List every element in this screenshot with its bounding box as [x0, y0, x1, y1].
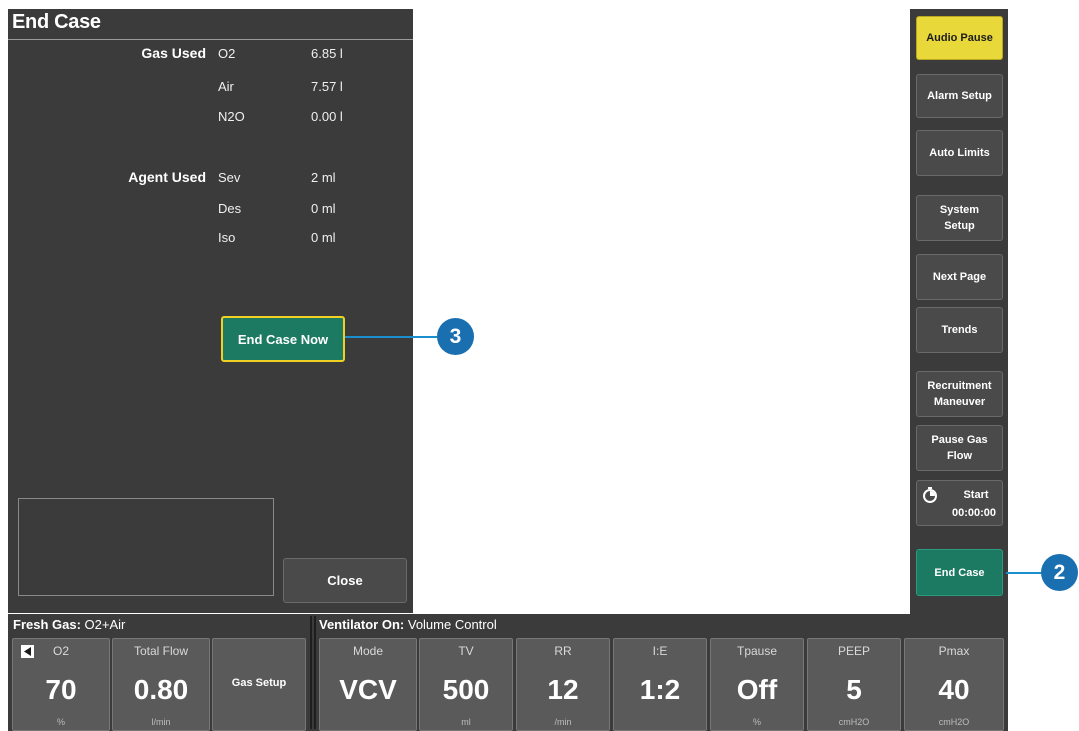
callout-3-line	[345, 336, 437, 338]
recruitment-maneuver-button[interactable]: Recruitment Maneuver	[916, 371, 1003, 417]
close-button[interactable]: Close	[283, 558, 407, 603]
gas-setup-button[interactable]: Gas Setup	[212, 638, 306, 731]
pause-gas-flow-button[interactable]: Pause Gas Flow	[916, 425, 1003, 471]
gas-value-n2o: 0.00 l	[311, 109, 343, 124]
gas-value-o2: 6.85 l	[311, 46, 343, 61]
total-flow-unit: l/min	[151, 717, 171, 727]
o2-name: O2	[52, 644, 69, 658]
tv-unit: ml	[461, 717, 471, 727]
gas-name-air: Air	[218, 79, 234, 94]
callout-3-badge: 3	[437, 318, 474, 355]
panel-title: End Case	[12, 11, 101, 33]
peep-unit: cmH2O	[838, 717, 870, 727]
o2-control[interactable]: O2 70 %	[12, 638, 110, 731]
next-page-button[interactable]: Next Page	[916, 254, 1003, 300]
title-divider	[8, 39, 413, 40]
o2-unit: %	[56, 717, 65, 727]
system-setup-button[interactable]: System Setup	[916, 195, 1003, 241]
rr-value: 12	[547, 674, 579, 705]
section-separator	[310, 616, 312, 729]
pmax-control[interactable]: Pmax 40 cmH2O	[904, 638, 1004, 731]
pmax-unit: cmH2O	[938, 717, 970, 727]
callout-2-badge: 2	[1041, 554, 1078, 591]
mode-name: Mode	[352, 644, 384, 658]
case-timer-button[interactable]: Start 00:00:00	[916, 480, 1003, 526]
fresh-gas-title: Fresh Gas: O2+Air	[13, 617, 125, 632]
o2-value: 70	[45, 674, 77, 705]
tpause-value: Off	[736, 674, 778, 705]
tv-name: TV	[458, 644, 474, 658]
ie-control[interactable]: I:E 1:2	[613, 638, 707, 731]
mode-control[interactable]: Mode VCV	[319, 638, 417, 731]
end-case-button[interactable]: End Case	[916, 549, 1003, 596]
pmax-name: Pmax	[938, 644, 970, 658]
callout-2-line	[1006, 572, 1041, 574]
gas-name-n2o: N2O	[218, 109, 245, 124]
ie-name: I:E	[652, 644, 668, 658]
agent-used-label: Agent Used	[128, 169, 206, 185]
section-separator	[314, 616, 316, 729]
rr-control[interactable]: RR 12 /min	[516, 638, 610, 731]
timer-time: 00:00:00	[951, 507, 997, 519]
ventilator-label: Ventilator On:	[319, 617, 405, 632]
tpause-name: Tpause	[736, 644, 778, 658]
total-flow-value: 0.80	[133, 674, 189, 705]
ventilator-title: Ventilator On: Volume Control	[319, 617, 497, 632]
gas-name-o2: O2	[218, 46, 236, 61]
gas-value-air: 7.57 l	[311, 79, 343, 94]
tv-value: 500	[442, 674, 490, 705]
ventilator-value: Volume Control	[407, 617, 497, 632]
agent-value-des: 0 ml	[311, 201, 336, 216]
auto-limits-button[interactable]: Auto Limits	[916, 130, 1003, 176]
tpause-unit: %	[752, 717, 761, 727]
alarm-setup-button[interactable]: Alarm Setup	[916, 74, 1003, 118]
pmax-value: 40	[938, 674, 970, 705]
timer-start-label: Start	[963, 489, 989, 501]
stopwatch-icon	[923, 487, 937, 503]
right-button-column: Audio Pause Alarm Setup Auto Limits Syst…	[910, 9, 1008, 614]
total-flow-name: Total Flow	[133, 644, 189, 658]
bottom-control-bar: Fresh Gas: O2+Air Ventilator On: Volume …	[8, 614, 1008, 731]
peep-value: 5	[846, 674, 862, 705]
agent-name-sev: Sev	[218, 170, 241, 185]
notes-box	[18, 498, 274, 596]
total-flow-control[interactable]: Total Flow 0.80 l/min	[112, 638, 210, 731]
audio-pause-button[interactable]: Audio Pause	[916, 16, 1003, 60]
peep-control[interactable]: PEEP 5 cmH2O	[807, 638, 901, 731]
rr-name: RR	[554, 644, 572, 658]
mode-value: VCV	[339, 674, 397, 705]
agent-name-des: Des	[218, 201, 242, 216]
end-case-panel: End Case Gas Used O2 6.85 l Air 7.57 l N…	[8, 9, 413, 613]
fresh-gas-label: Fresh Gas:	[13, 617, 81, 632]
tv-control[interactable]: TV 500 ml	[419, 638, 513, 731]
trends-button[interactable]: Trends	[916, 307, 1003, 353]
tpause-control[interactable]: Tpause Off %	[710, 638, 804, 731]
peep-name: PEEP	[837, 644, 870, 658]
end-case-now-button[interactable]: End Case Now	[221, 316, 345, 362]
agent-name-iso: Iso	[218, 230, 236, 245]
gas-setup-label: Gas Setup	[231, 677, 287, 689]
agent-value-iso: 0 ml	[311, 230, 336, 245]
gas-used-label: Gas Used	[141, 45, 206, 61]
agent-value-sev: 2 ml	[311, 170, 336, 185]
fresh-gas-value: O2+Air	[84, 617, 126, 632]
rr-unit: /min	[554, 717, 572, 727]
ie-value: 1:2	[639, 674, 681, 705]
